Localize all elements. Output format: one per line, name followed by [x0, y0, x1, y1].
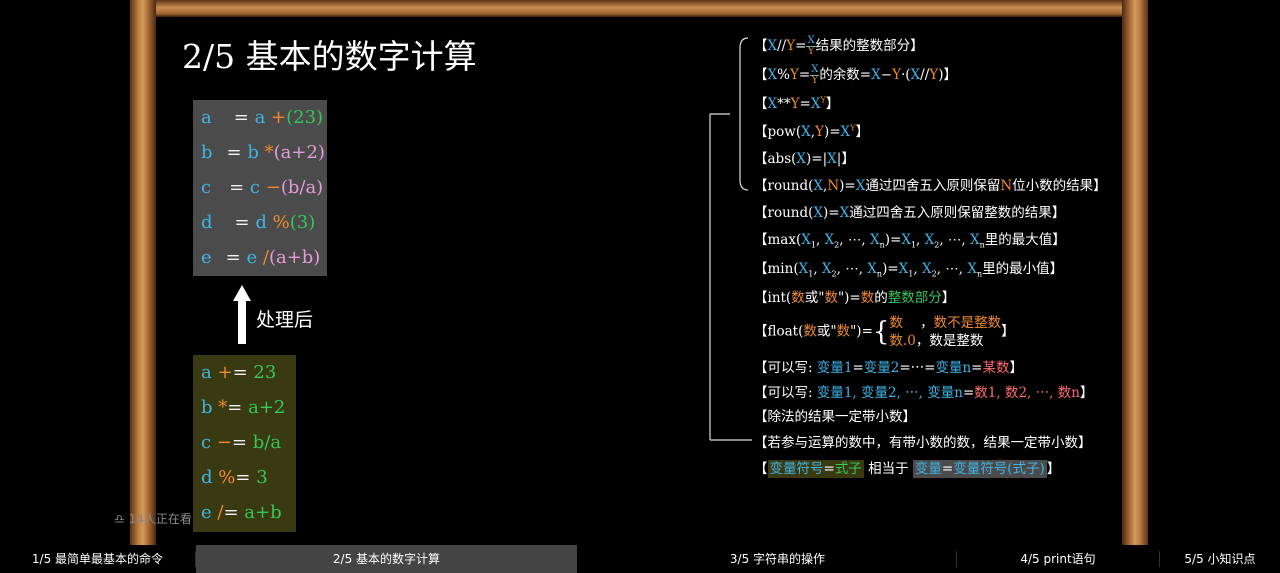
- rule-pow-func: 【pow(X,Y)=XY】: [754, 123, 869, 141]
- aug-operator: *: [218, 397, 228, 418]
- aug-operand: a+b: [244, 502, 282, 523]
- aug-eq: =: [235, 467, 251, 488]
- viewer-count: ♎︎ 14人正在看: [114, 510, 192, 527]
- aug-operand: a+2: [248, 397, 286, 418]
- aug-operator: +: [217, 362, 233, 383]
- op-operator: +: [271, 107, 287, 128]
- op-var: b: [201, 142, 213, 163]
- rule-round: 【round(X)=X通过四舍五入原则保留整数的结果】: [754, 205, 1066, 221]
- tab-chapter-1[interactable]: 1/5 最简单最基本的命令: [0, 545, 195, 573]
- aug-var: c: [201, 432, 212, 453]
- op-eq: =: [233, 107, 249, 128]
- rule-int: 【int(数或"数")=数的整数部分】: [754, 290, 956, 306]
- rule-equivalence: 【变量符号=式子 相当于 变量=变量符号(式子)】: [754, 460, 1061, 478]
- aug-var: e: [201, 502, 212, 523]
- operation-row: c = c −(b/a): [193, 170, 327, 205]
- operation-row: b = b *(a+2): [193, 135, 327, 170]
- rule-float-note: 【若参与运算的数中，有带小数的数，结果一定带小数】: [754, 435, 1092, 451]
- blackboard-frame-top: [130, 0, 1148, 17]
- blackboard-frame-right: [1122, 0, 1148, 545]
- op-eq: =: [229, 177, 245, 198]
- aug-eq: =: [227, 397, 243, 418]
- op-eq: =: [226, 142, 242, 163]
- aug-var: b: [201, 397, 213, 418]
- aug-operand: b/a: [252, 432, 282, 453]
- op-var: e: [201, 247, 212, 268]
- augmented-row: e /= a+b: [193, 495, 296, 530]
- viewers-icon: ♎︎: [114, 512, 125, 526]
- arrow-up-icon: [233, 285, 251, 301]
- augmented-row: d %= 3: [193, 460, 296, 495]
- op-operand: (a+b): [268, 247, 321, 268]
- op-var: d: [201, 212, 213, 233]
- rule-round-n: 【round(X,N)=X通过四舍五入原则保留N位小数的结果】: [754, 178, 1107, 194]
- tab-chapter-5[interactable]: 5/5 小知识点: [1160, 545, 1280, 573]
- aug-eq: =: [223, 502, 239, 523]
- augmented-row: b *= a+2: [193, 390, 296, 425]
- op-operand: (a+2): [273, 142, 325, 163]
- op-rhs-var: d: [255, 212, 267, 233]
- rule-chain-assign: 【可以写: 变量1=变量2=⋯=变量n=某数】: [754, 360, 1023, 376]
- rule-floordiv: 【X//Y= X Y 结果的整数部分】: [754, 35, 924, 57]
- tab-chapter-2[interactable]: 2/5 基本的数字计算: [196, 545, 577, 573]
- augmented-row: c −= b/a: [193, 425, 296, 460]
- op-operand: (b/a): [280, 177, 324, 198]
- rule-min: 【min(X1, X2, ⋯, Xn)=X1, X2, ⋯, Xn里的最小值】: [754, 261, 1064, 279]
- op-rhs-var: c: [249, 177, 261, 198]
- arrow-up-shaft: [238, 300, 246, 344]
- rule-max: 【max(X1, X2, ⋯, Xn)=X1, X2, ⋯, Xn里的最大值】: [754, 232, 1066, 250]
- viewer-count-text: 14人正在看: [128, 512, 192, 526]
- op-operator: *: [264, 142, 274, 163]
- rule-modulo: 【X%Y= X Y 的余数=X−Y·(X//Y)】: [754, 64, 957, 86]
- op-eq: =: [234, 212, 250, 233]
- tab-chapter-4[interactable]: 4/5 print语句: [957, 545, 1159, 573]
- operation-row: a = a +(23): [193, 100, 327, 135]
- op-operator: %: [272, 212, 290, 233]
- op-var: c: [201, 177, 212, 198]
- chapter-tab-bar: 1/5 最简单最基本的命令 2/5 基本的数字计算 3/5 字符串的操作 4/5…: [0, 545, 1280, 573]
- tab-chapter-3[interactable]: 3/5 字符串的操作: [600, 545, 955, 573]
- slide-title: 2/5 基本的数字计算: [182, 37, 477, 76]
- op-var: a: [201, 107, 212, 128]
- process-label: 处理后: [256, 309, 314, 331]
- rule-division-note: 【除法的结果一定带小数】: [754, 409, 916, 425]
- aug-operand: 3: [256, 467, 268, 488]
- op-rhs-var: b: [247, 142, 259, 163]
- aug-operator: −: [216, 432, 232, 453]
- op-operand: (23): [286, 107, 324, 128]
- op-operand: (3): [289, 212, 316, 233]
- blackboard-frame-left: [130, 0, 156, 545]
- augmented-assignment-box: a += 23 b *= a+2 c −= b/a d %= 3 e /= a+…: [193, 355, 296, 532]
- operations-box: a = a +(23) b = b *(a+2) c = c −(b/a) d = d …: [193, 100, 327, 276]
- aug-eq: =: [232, 362, 248, 383]
- rule-abs: 【abs(X)=|X|】: [754, 151, 855, 167]
- aug-eq: =: [231, 432, 248, 453]
- aug-var: a: [201, 362, 212, 383]
- bracket-diagram: [709, 37, 752, 441]
- augmented-row: a += 23: [193, 355, 296, 390]
- rule-float: 【float(数或"数")={数 ，数不是整数 数.0，数是整数】: [754, 315, 1015, 349]
- op-operator: −: [265, 177, 281, 198]
- operation-row: e = e /(a+b): [193, 240, 327, 275]
- op-eq: =: [225, 247, 241, 268]
- aug-operand: 23: [253, 362, 277, 383]
- aug-var: d: [201, 467, 213, 488]
- aug-operator: %: [218, 467, 236, 488]
- op-rhs-var: a: [254, 107, 266, 128]
- operation-row: d = d %(3): [193, 205, 327, 240]
- op-rhs-var: e: [246, 247, 258, 268]
- rule-multi-assign: 【可以写: 变量1, 变量2, ⋯, 变量n=数1, 数2, ⋯, 数n】: [754, 385, 1094, 401]
- rule-power: 【X**Y=XY】: [754, 95, 840, 113]
